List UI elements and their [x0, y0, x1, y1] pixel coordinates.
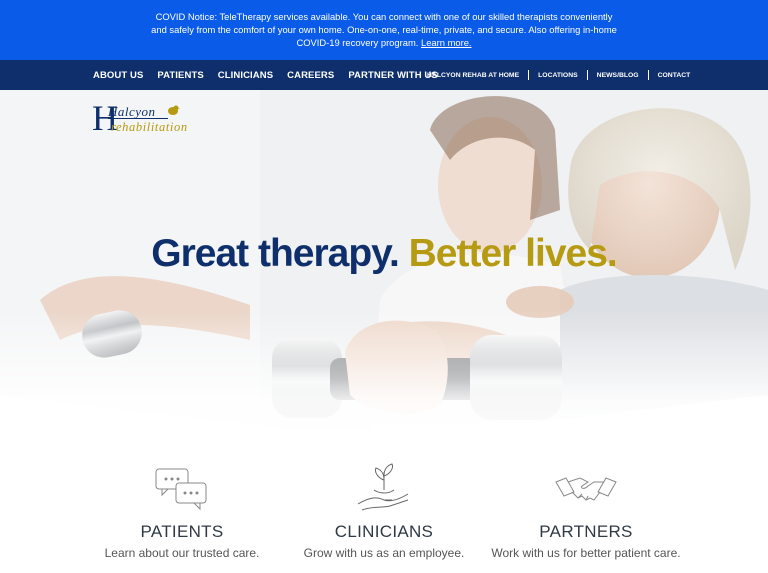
headline-part-better-lives: Better lives. — [408, 232, 618, 275]
feature-partners[interactable]: PARTNERS Work with us for better patient… — [486, 460, 686, 560]
primary-nav: ABOUT US PATIENTS CLINICIANS CAREERS PAR… — [93, 70, 452, 81]
feature-title: CLINICIANS — [334, 522, 434, 541]
feature-patients[interactable]: PATIENTS Learn about our trusted care. — [82, 460, 282, 560]
nav-divider — [528, 70, 530, 80]
feature-clinicians[interactable]: CLINICIANS Grow with us as an employee. — [284, 460, 484, 560]
secondary-nav: HALCYON REHAB AT HOME LOCATIONS NEWS/BLO… — [427, 60, 690, 90]
nav-divider — [586, 70, 588, 80]
main-nav: ABOUT US PATIENTS CLINICIANS CAREERS PAR… — [0, 60, 768, 90]
chat-bubbles-icon — [82, 460, 282, 516]
handshake-icon — [486, 460, 686, 516]
covid-notice-text: COVID Notice: TeleTherapy services avail… — [151, 11, 617, 48]
nav-careers[interactable]: CAREERS — [287, 70, 334, 81]
bird-icon — [168, 105, 180, 115]
feature-description: Work with us for better patient care. — [491, 546, 681, 560]
headline-part-great-therapy: Great therapy. — [151, 232, 400, 275]
logo-rule — [108, 118, 168, 119]
feature-description: Grow with us as an employee. — [303, 546, 465, 560]
halcyon-logo[interactable]: H Halcyon rehabilitation — [92, 100, 207, 140]
nav-locations[interactable]: LOCATIONS — [538, 72, 578, 79]
learn-more-link[interactable]: Learn more. — [421, 37, 472, 48]
nav-about-us[interactable]: ABOUT US — [93, 70, 143, 81]
feature-description: Learn about our trusted care. — [104, 546, 260, 560]
hero-headline: Great therapy. Better lives. — [0, 232, 768, 276]
logo-wordmark-line2: rehabilitation — [111, 120, 188, 134]
nav-news-blog[interactable]: NEWS/BLOG — [597, 72, 639, 79]
plant-in-hand-icon — [284, 460, 484, 516]
nav-rehab-at-home[interactable]: HALCYON REHAB AT HOME — [427, 72, 519, 79]
feature-title: PATIENTS — [140, 522, 224, 541]
feature-title: PARTNERS — [539, 522, 633, 541]
nav-contact[interactable]: CONTACT — [658, 72, 691, 79]
nav-clinicians[interactable]: CLINICIANS — [218, 70, 273, 81]
nav-partner-with-us[interactable]: PARTNER WITH US — [348, 70, 437, 81]
nav-divider — [647, 70, 649, 80]
nav-patients[interactable]: PATIENTS — [157, 70, 203, 81]
covid-notice-bar: COVID Notice: TeleTherapy services avail… — [0, 0, 768, 60]
features-section: PATIENTS Learn about our trusted care. C… — [0, 460, 768, 573]
